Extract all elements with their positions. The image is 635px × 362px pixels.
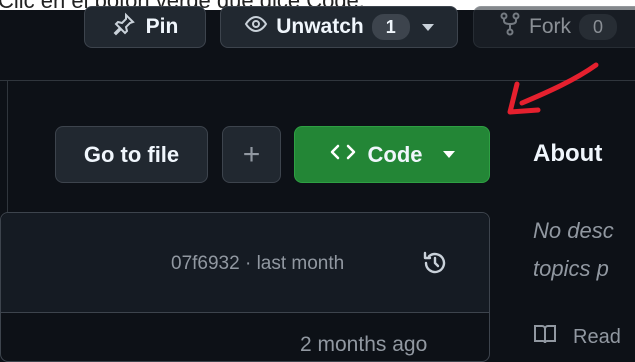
about-description-line: No desc	[533, 218, 614, 243]
about-description: No desc topics p	[533, 212, 614, 288]
chevron-down-icon	[442, 151, 455, 158]
book-icon	[533, 323, 557, 351]
readme-label: Read	[573, 325, 621, 348]
code-icon	[330, 142, 356, 168]
code-button[interactable]: Code	[294, 126, 490, 183]
code-label: Code	[367, 141, 423, 167]
about-heading: About	[533, 140, 603, 167]
latest-commit-info[interactable]: 07f6932 · last month	[171, 253, 344, 275]
file-row-time: 2 months ago	[300, 333, 428, 356]
readme-link[interactable]: Read	[533, 323, 621, 351]
add-file-button[interactable]: +	[222, 126, 281, 183]
history-icon[interactable]	[421, 249, 449, 282]
about-description-line: topics p	[533, 256, 609, 281]
latest-commit-bar: 07f6932 · last month	[1, 213, 489, 313]
go-to-file-button[interactable]: Go to file	[55, 126, 208, 183]
